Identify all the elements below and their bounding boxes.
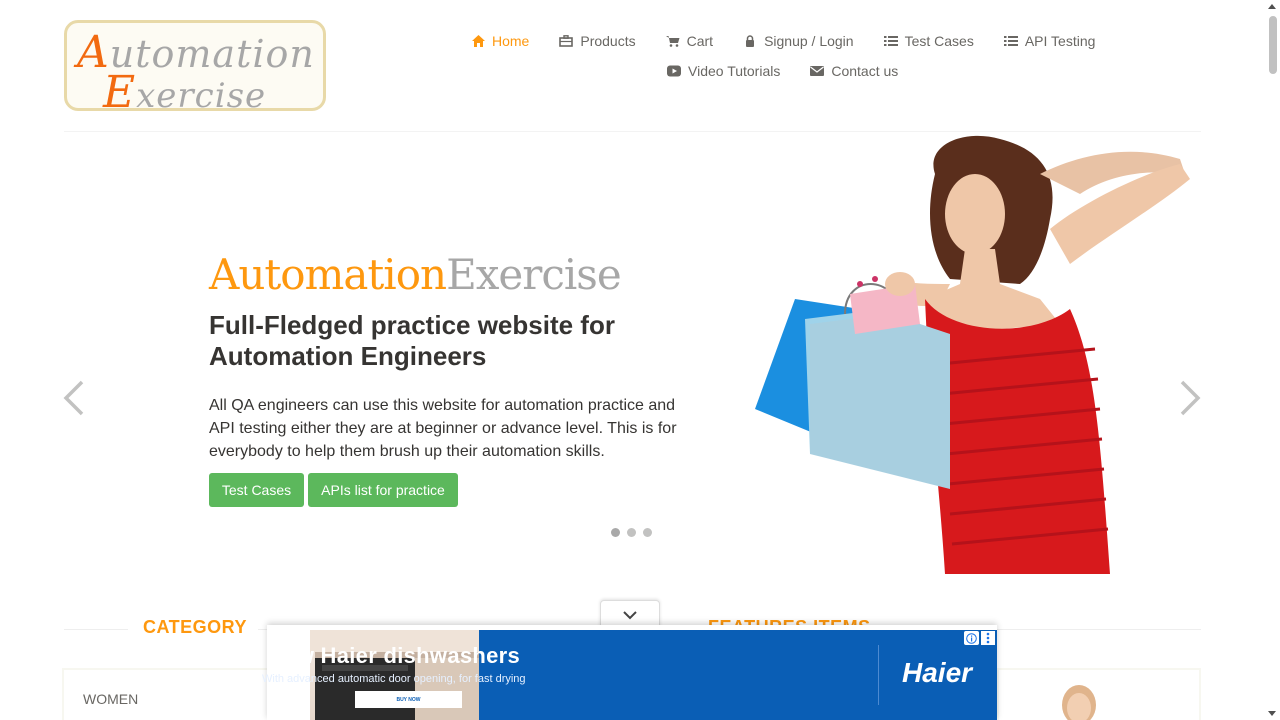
chevron-left-icon — [63, 380, 84, 416]
main-nav: Home Products Cart Signup / Login Test C… — [455, 28, 1135, 84]
slider-dot[interactable] — [627, 528, 636, 537]
hero-headline: Full-Fledged practice website for Automa… — [209, 310, 615, 371]
chevron-down-icon — [623, 611, 637, 620]
nav-signup-login[interactable]: Signup / Login — [743, 33, 854, 49]
haier-logo: Haier — [902, 657, 973, 688]
nav-contact-us[interactable]: Contact us — [810, 63, 898, 79]
scroll-up-arrow-icon[interactable] — [1268, 4, 1276, 9]
site-logo[interactable]: Automation Exercise — [64, 20, 326, 118]
category-title: CATEGORY — [143, 617, 248, 637]
cart-icon — [665, 34, 680, 48]
scroll-down-arrow-icon[interactable] — [1268, 711, 1276, 716]
scrollbar-thumb[interactable] — [1269, 16, 1277, 74]
briefcase-icon — [559, 34, 574, 48]
ad-divider — [878, 645, 879, 705]
nav-products[interactable]: Products — [559, 33, 636, 49]
lock-icon — [743, 34, 757, 48]
youtube-icon — [667, 64, 681, 78]
page-scrollbar[interactable] — [1265, 0, 1280, 720]
nav-test-cases[interactable]: Test Cases — [883, 33, 974, 49]
list-icon — [883, 34, 898, 48]
envelope-icon — [810, 64, 825, 78]
test-cases-button[interactable]: Test Cases — [209, 473, 304, 507]
ad-buy-now-button[interactable]: BUY NOW — [355, 691, 462, 708]
ad-more-options-icon[interactable] — [981, 631, 995, 645]
product-card — [997, 668, 1201, 720]
nav-cart[interactable]: Cart — [665, 33, 713, 49]
ad-headline: New Haier dishwashers — [268, 643, 521, 668]
logo-line-2: Exercise — [103, 67, 267, 118]
ad-subline: With advanced automatic door opening, fo… — [262, 673, 526, 685]
section-divider — [64, 629, 128, 630]
product-image — [1062, 685, 1096, 720]
list-icon — [1003, 34, 1018, 48]
category-women[interactable]: WOMEN — [83, 691, 138, 707]
apis-list-button[interactable]: APIs list for practice — [308, 473, 458, 507]
nav-video-tutorials[interactable]: Video Tutorials — [667, 63, 780, 79]
slider-prev-arrow[interactable] — [62, 380, 86, 416]
slider-dot[interactable] — [643, 528, 652, 537]
slider-dot[interactable] — [611, 528, 620, 537]
header-divider — [64, 131, 1201, 132]
nav-api-testing[interactable]: API Testing — [1003, 33, 1095, 49]
nav-home[interactable]: Home — [471, 33, 529, 49]
ad-info-icon[interactable] — [964, 631, 979, 645]
home-icon — [471, 34, 485, 48]
hero-image — [755, 135, 1190, 574]
hero-brand: AutomationExercise — [209, 250, 622, 299]
hero-description: All QA engineers can use this website fo… — [209, 397, 677, 460]
slider-indicators — [611, 528, 652, 537]
